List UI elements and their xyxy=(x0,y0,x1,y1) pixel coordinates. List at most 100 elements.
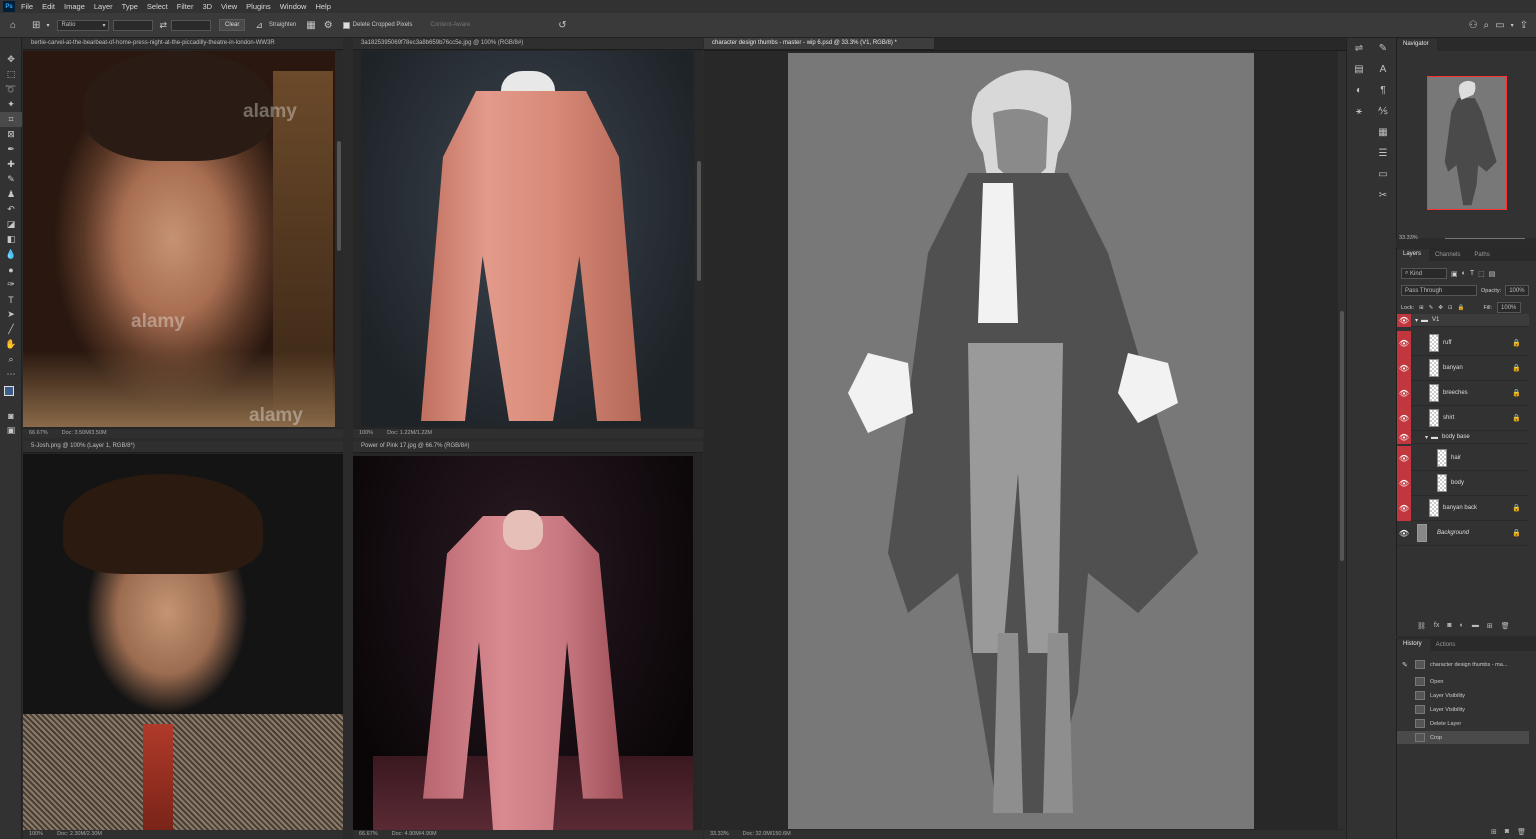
move-tool-icon[interactable]: ✥ xyxy=(0,52,22,67)
tab-paths[interactable]: Paths xyxy=(1468,252,1497,261)
zoom-level[interactable]: 100% xyxy=(29,831,43,839)
new-group-icon[interactable]: ▬ xyxy=(1472,622,1479,630)
healing-brush-tool-icon[interactable]: ✚ xyxy=(0,157,22,172)
straighten-icon[interactable]: ⊿ xyxy=(255,20,263,31)
eye-icon[interactable]: 👁 xyxy=(1397,445,1411,471)
layer-row[interactable]: 👁 breeches 🔒 xyxy=(1397,380,1529,406)
eye-icon[interactable]: 👁 xyxy=(1397,521,1411,546)
frame-tool-icon[interactable]: ⊠ xyxy=(0,127,22,142)
color-swatches[interactable] xyxy=(0,382,21,408)
toolbar-grip[interactable] xyxy=(0,38,21,52)
swatches-icon[interactable]: ☰ xyxy=(1371,143,1395,164)
tab-channels[interactable]: Channels xyxy=(1429,252,1468,261)
menu-type[interactable]: Type xyxy=(122,2,138,11)
trash-icon[interactable]: 🗑 xyxy=(1517,828,1526,836)
layer-row[interactable]: 👁 banyan back 🔒 xyxy=(1397,495,1529,521)
tab-actions[interactable]: Actions xyxy=(1430,642,1464,651)
libraries-icon[interactable]: ▤ xyxy=(1347,59,1371,80)
history-step[interactable]: Layer Visibility xyxy=(1397,703,1529,716)
tab-navigator[interactable]: Navigator xyxy=(1397,39,1437,51)
new-document-icon[interactable]: ⊞ xyxy=(1491,828,1497,836)
document-window-coat-2[interactable]: Power of Pink 17.jpg @ 66.7% (RGB/8#) 66… xyxy=(353,441,703,839)
menu-select[interactable]: Select xyxy=(147,2,168,11)
paragraph-icon[interactable]: ¶ xyxy=(1371,80,1395,101)
ratio-select[interactable]: Ratio ▾ xyxy=(57,19,110,31)
vertical-scrollbar[interactable] xyxy=(335,51,343,427)
document-tab[interactable]: 3a1825395069f78ec3a8b659b76cc5e.jpg @ 10… xyxy=(353,38,703,50)
eye-icon[interactable]: 👁 xyxy=(1397,330,1411,356)
properties-icon[interactable]: ⇌ xyxy=(1347,38,1371,59)
document-tab[interactable]: 5-Josh.png @ 100% (Layer 1, RGB/8*) xyxy=(23,441,343,453)
menu-image[interactable]: Image xyxy=(64,2,85,11)
scrollbar-thumb[interactable] xyxy=(337,141,341,251)
eyedropper-tool-icon[interactable]: ✒ xyxy=(0,142,22,157)
type-filter-icon[interactable]: T xyxy=(1470,270,1474,277)
vertical-scrollbar[interactable] xyxy=(695,51,703,427)
document-tab[interactable]: bertie-carvel-at-the-bearbeat-of-home-pr… xyxy=(23,38,343,50)
grid-overlay-icon[interactable]: ▦ xyxy=(306,20,315,31)
zoom-tool-icon[interactable]: ⌕ xyxy=(0,352,22,367)
document-info[interactable]: Doc: 3.50M/3.50M xyxy=(62,430,107,438)
lock-all-icon[interactable]: 🔒 xyxy=(1458,305,1465,311)
layer-row[interactable]: 👁 banyan 🔒 xyxy=(1397,355,1529,381)
stamp-tool-icon[interactable]: ♟ xyxy=(0,187,22,202)
history-snapshot[interactable]: ✎ character design thumbs - ma... xyxy=(1397,658,1529,671)
adjustment-filter-icon[interactable]: ◐ xyxy=(1462,270,1466,277)
reset-icon[interactable]: ↺ xyxy=(558,20,566,31)
layer-row[interactable]: 👁 ruff 🔒 xyxy=(1397,330,1529,356)
eye-icon[interactable]: 👁 xyxy=(1397,380,1411,406)
layer-row-background[interactable]: 👁 Background 🔒 xyxy=(1397,521,1529,546)
layer-row[interactable]: 👁 body xyxy=(1397,470,1529,496)
link-icon[interactable]: ⛓ xyxy=(1417,622,1426,630)
more-tools-icon[interactable]: ⋯ xyxy=(0,367,22,382)
glyphs-icon[interactable]: ⅍ xyxy=(1371,101,1395,122)
layer-row[interactable]: 👁 hair xyxy=(1397,445,1529,471)
filter-kind-select[interactable]: ⌕ Kind xyxy=(1401,268,1447,279)
navigator-zoom[interactable]: 33.33% xyxy=(1399,235,1418,241)
history-step[interactable]: Open xyxy=(1397,675,1529,688)
shape-filter-icon[interactable]: ⬚ xyxy=(1478,270,1485,278)
comments-icon[interactable]: ▭ xyxy=(1371,164,1395,185)
brush-tool-icon[interactable]: ✎ xyxy=(0,172,22,187)
zoom-level[interactable]: 33.33% xyxy=(710,831,729,839)
zoom-level[interactable]: 66.67% xyxy=(29,430,48,438)
gear-icon[interactable]: ⚙ xyxy=(324,20,333,31)
width-input[interactable] xyxy=(113,19,154,31)
zoom-level[interactable]: 100% xyxy=(359,430,373,438)
foreground-color-swatch[interactable] xyxy=(4,386,14,396)
styles-icon[interactable]: ⚹ xyxy=(1347,101,1371,122)
document-tab-active[interactable]: character design thumbs - master - wip 6… xyxy=(704,38,934,50)
character-icon[interactable]: A xyxy=(1371,59,1395,80)
export-icon[interactable]: ⇪ xyxy=(1520,20,1528,31)
menu-file[interactable]: File xyxy=(21,2,33,11)
marquee-tool-icon[interactable]: ⬚ xyxy=(0,67,22,82)
opacity-input[interactable]: 100% xyxy=(1505,285,1530,296)
height-input[interactable] xyxy=(171,19,211,31)
path-selection-tool-icon[interactable]: ➤ xyxy=(0,307,22,322)
gradient-tool-icon[interactable]: ◧ xyxy=(0,232,22,247)
eye-icon[interactable]: 👁 xyxy=(1397,355,1411,381)
tab-layers[interactable]: Layers xyxy=(1397,249,1430,261)
type-tool-icon[interactable]: T xyxy=(0,292,22,307)
home-icon[interactable]: ⌂ xyxy=(10,20,16,31)
menu-edit[interactable]: Edit xyxy=(42,2,55,11)
menu-3d[interactable]: 3D xyxy=(202,2,212,11)
camera-icon[interactable]: ◙ xyxy=(1505,828,1509,836)
history-step-current[interactable]: Crop xyxy=(1397,731,1529,744)
document-info[interactable]: Doc: 32.0M/150.6M xyxy=(743,831,791,839)
chevron-down-icon[interactable]: ▾ xyxy=(1425,434,1428,441)
menu-window[interactable]: Window xyxy=(280,2,307,11)
navigator-view-frame[interactable] xyxy=(1427,76,1507,210)
eye-icon[interactable]: 👁 xyxy=(1397,405,1411,431)
zoom-slider[interactable] xyxy=(1445,238,1525,239)
chevron-down-icon[interactable]: ▾ xyxy=(1511,22,1514,29)
chevron-down-icon[interactable]: ▾ xyxy=(46,22,49,29)
zoom-level[interactable]: 66.67% xyxy=(359,831,378,839)
document-window-main-canvas[interactable]: character design thumbs - master - wip 6… xyxy=(704,38,1346,839)
brush-settings-icon[interactable]: ✎ xyxy=(1371,38,1395,59)
layer-row[interactable]: 👁 shirt 🔒 xyxy=(1397,405,1529,431)
mask-icon[interactable]: ◙ xyxy=(1447,622,1451,630)
swap-icon[interactable]: ⇄ xyxy=(159,20,167,31)
hand-tool-icon[interactable]: ✋ xyxy=(0,337,22,352)
adjustment-layer-icon[interactable]: ◐ xyxy=(1460,622,1464,630)
